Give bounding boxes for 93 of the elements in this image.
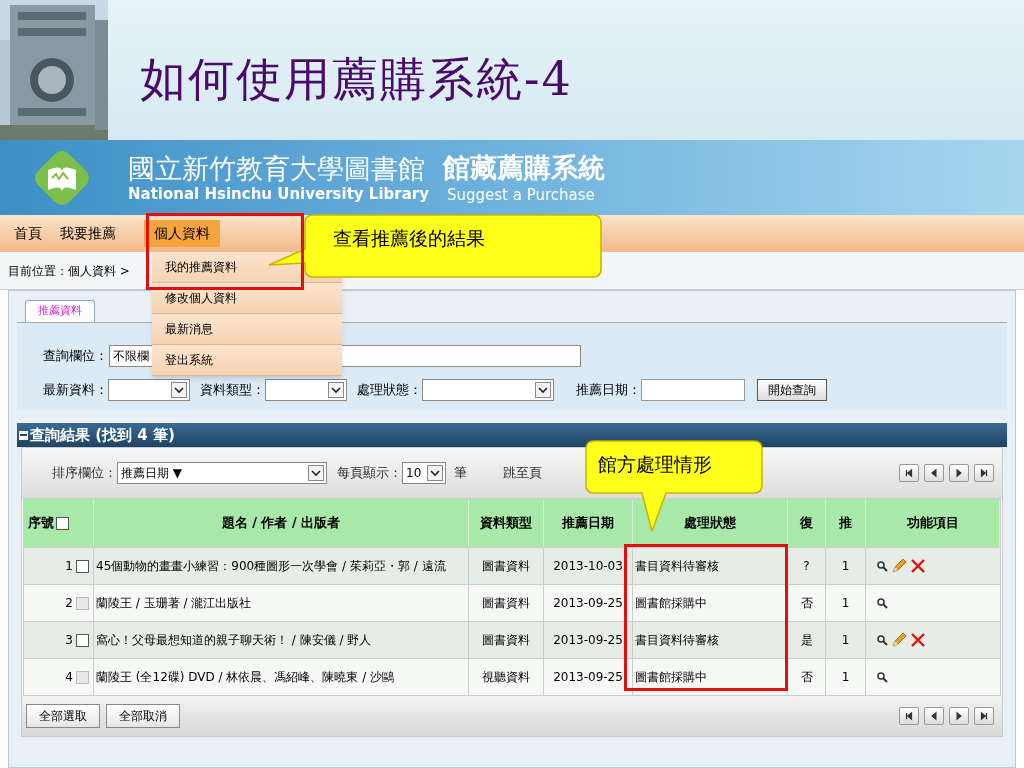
table-cell: 圖書資料 (482, 559, 530, 573)
per-page-label: 每頁顯示： (337, 464, 402, 483)
first-page-icon[interactable] (899, 464, 919, 482)
dropdown-field[interactable] (265, 379, 347, 401)
library-name: 國立新竹教育大學圖書館 (128, 152, 426, 185)
footer-button[interactable]: 全部取消 (106, 704, 180, 728)
field-label: 查詢欄位： (43, 347, 108, 366)
caret-icon[interactable] (427, 465, 443, 481)
last-page-icon[interactable] (974, 464, 994, 482)
filter-label: 推薦日期： (576, 381, 641, 400)
table-cell: 否 (800, 670, 813, 684)
sort-dropdown[interactable]: 推薦日期 ▼ (117, 462, 327, 484)
column-header: 功能項目 (906, 514, 959, 533)
table-cell: 是 (800, 633, 813, 647)
jump-label: 跳至頁 (503, 464, 542, 483)
row-number: 3 (65, 632, 73, 649)
column-header: 序號 (28, 514, 54, 533)
checkbox[interactable] (76, 559, 89, 573)
collapse-icon[interactable] (19, 430, 28, 440)
column-header: 處理狀態 (684, 514, 736, 533)
cross-icon[interactable] (910, 632, 926, 648)
menu-item[interactable]: 登出系統 (152, 345, 342, 376)
status-cell: 書目資料待審核 (635, 559, 719, 573)
caret-icon[interactable] (328, 382, 344, 398)
table-cell: 2013-09-25 (553, 670, 623, 684)
cross-icon[interactable] (910, 558, 926, 574)
status-cell: 圖書館採購中 (635, 670, 707, 684)
next-page-icon[interactable] (949, 707, 969, 725)
table-cell: 1 (841, 559, 850, 573)
next-page-icon[interactable] (949, 464, 969, 482)
title-cell: 窩心！父母最想知道的親子聊天術！ / 陳安儀 / 野人 (96, 633, 372, 647)
table-cell: 2013-09-25 (553, 633, 623, 647)
per-page-unit: 筆 (454, 464, 467, 483)
status-cell: 書目資料待審核 (635, 633, 719, 647)
table-cell: 1 (841, 596, 850, 610)
nav-item[interactable]: 我要推薦 (54, 220, 122, 247)
column-header: 推薦日期 (562, 514, 614, 533)
row-number: 1 (65, 558, 73, 575)
per-page-dropdown[interactable]: 10 (402, 462, 446, 484)
checkbox[interactable] (76, 633, 89, 647)
menu-item[interactable]: 最新消息 (152, 314, 342, 345)
pencil-icon[interactable] (890, 631, 908, 649)
title-cell: 蘭陵王 / 玉珊著 / 瀧江出版社 (96, 596, 252, 610)
filter-label: 處理狀態： (357, 381, 422, 400)
caret-icon[interactable] (171, 382, 187, 398)
table-cell: 1 (841, 670, 850, 684)
slide-title: 如何使用薦購系統-4 (139, 51, 573, 108)
title-cell: 45個動物的畫畫小練習：900種圖形一次學會 / 茱莉亞・郭 / 遠流 (96, 559, 446, 573)
last-page-icon[interactable] (974, 707, 994, 725)
column-header: 推 (839, 514, 852, 533)
checkbox[interactable] (56, 516, 69, 530)
table-cell: 1 (841, 633, 850, 647)
row-number: 2 (65, 595, 73, 612)
table-cell: 圖書資料 (482, 633, 530, 647)
table-cell: ? (803, 559, 810, 573)
pencil-icon[interactable] (890, 557, 908, 575)
previous-page-icon[interactable] (924, 464, 944, 482)
tab[interactable]: 推薦資料 (25, 300, 95, 322)
search-icon[interactable] (876, 560, 888, 572)
date-field[interactable] (641, 379, 745, 401)
breadcrumb: 目前位置：個人資料 > (8, 262, 130, 280)
nav-item[interactable]: 首頁 (8, 220, 48, 247)
filter-label: 資料類型： (200, 381, 265, 400)
results-title: 查詢結果 (找到 4 筆) (30, 424, 175, 446)
column-header: 題名 / 作者 / 出版者 (221, 514, 341, 533)
table-cell: 視聽資料 (482, 670, 530, 684)
title-cell: 蘭陵王 (全12碟) DVD / 林依晨、馮紹峰、陳曉東 / 沙鷗 (96, 670, 395, 684)
system-name: 館藏薦購系統 (442, 151, 605, 184)
first-page-icon[interactable] (899, 707, 919, 725)
caret-icon[interactable] (535, 382, 551, 398)
table-cell: 否 (800, 596, 813, 610)
dropdown-field[interactable] (422, 379, 554, 401)
status-cell: 圖書館採購中 (635, 596, 707, 610)
callout-text: 查看推薦後的結果 (333, 226, 485, 251)
callout-text: 館方處理情形 (598, 452, 712, 477)
table-cell: 2013-10-03 (553, 559, 623, 573)
nav-item[interactable]: 個人資料 (144, 220, 220, 247)
column-header: 復 (800, 514, 813, 533)
column-header: 資料類型 (480, 514, 532, 533)
search-button[interactable]: 開始查詢 (757, 379, 827, 401)
filter-label: 最新資料： (43, 381, 108, 400)
library-name-english: National Hsinchu University Library (128, 184, 429, 203)
menu-item[interactable]: 修改個人資料 (152, 283, 342, 314)
row-number: 4 (65, 669, 73, 686)
system-name-english: Suggest a Purchase (445, 184, 596, 204)
footer-button[interactable]: 全部選取 (26, 704, 100, 728)
table-cell: 2013-09-25 (553, 596, 623, 610)
search-icon[interactable] (876, 634, 888, 646)
table-cell: 圖書資料 (482, 596, 530, 610)
previous-page-icon[interactable] (924, 707, 944, 725)
caret-icon[interactable] (308, 465, 324, 481)
sort-label: 排序欄位： (52, 464, 117, 483)
dropdown-field[interactable] (108, 379, 190, 401)
